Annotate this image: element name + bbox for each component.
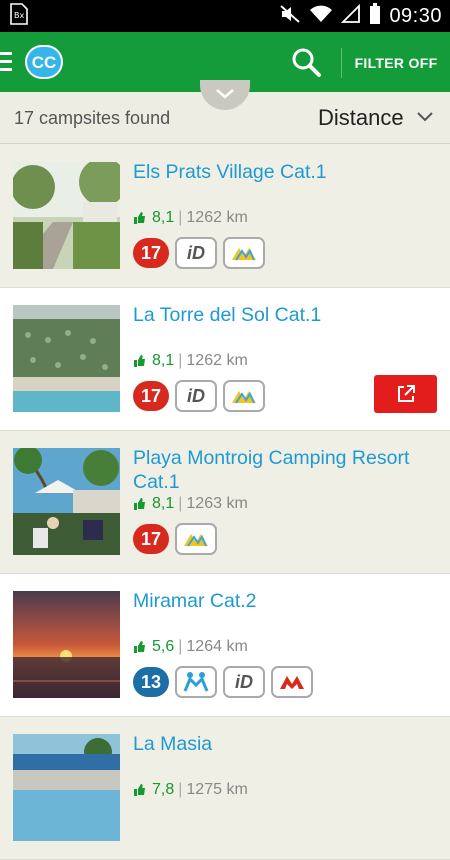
id-badge: iD xyxy=(223,666,265,698)
distance-value: 1262 km xyxy=(186,209,248,226)
wifi-icon xyxy=(309,4,333,29)
thumbs-up-icon xyxy=(134,355,145,367)
distance-value: 1262 km xyxy=(186,352,248,369)
campsite-item[interactable]: La Torre del Sol Cat.1 8,1 | 1262 km 17 … xyxy=(0,288,450,431)
battery-icon xyxy=(369,2,381,30)
campsite-name[interactable]: La Masia xyxy=(133,732,433,756)
sea-badge-icon xyxy=(223,237,265,269)
campsite-item[interactable]: Els Prats Village Cat.1 8,1 | 1262 km 17… xyxy=(0,145,450,288)
thumbs-up-icon xyxy=(134,498,145,510)
campsite-photo xyxy=(13,448,120,555)
campsite-item[interactable]: Playa Montroig Camping Resort Cat.1 8,1 … xyxy=(0,431,450,574)
campsite-meta: 8,1 | 1262 km xyxy=(133,352,248,370)
sim-card-icon: Bx xyxy=(10,2,28,30)
distance-value: 1263 km xyxy=(186,495,248,512)
sea-badge-icon xyxy=(223,380,265,412)
distance-value: 1275 km xyxy=(186,781,248,798)
sea-badge-icon xyxy=(175,523,217,555)
campsite-name[interactable]: Els Prats Village Cat.1 xyxy=(133,160,433,184)
campsite-meta: 8,1 | 1263 km xyxy=(133,495,248,513)
campsite-meta: 7,8 | 1275 km xyxy=(133,781,248,799)
menu-icon[interactable] xyxy=(0,52,14,72)
svg-text:Bx: Bx xyxy=(14,11,24,20)
filter-toggle-button[interactable]: FILTER OFF xyxy=(350,50,442,76)
campsite-item[interactable]: Miramar Cat.2 5,6 | 1264 km 13 iD xyxy=(0,574,450,717)
app-logo[interactable]: CC xyxy=(25,45,63,79)
rating-value: 8,1 xyxy=(152,495,175,512)
search-icon[interactable] xyxy=(290,46,322,78)
mute-icon xyxy=(279,4,301,29)
external-link-icon xyxy=(397,385,415,402)
category-badge: 17 xyxy=(133,524,169,554)
rating-value: 7,8 xyxy=(152,781,175,798)
results-count: 17 campsites found xyxy=(14,108,171,128)
category-badge: 17 xyxy=(133,238,169,268)
category-badge: 13 xyxy=(133,667,169,697)
chevron-down-icon[interactable] xyxy=(416,110,434,124)
rating-value: 5,6 xyxy=(152,638,175,655)
mountain-badge-icon xyxy=(271,666,313,698)
distance-value: 1264 km xyxy=(186,638,248,655)
campsite-name[interactable]: Playa Montroig Camping Resort Cat.1 xyxy=(133,446,433,494)
campsite-photo xyxy=(13,591,120,698)
id-badge: iD xyxy=(175,237,217,269)
sort-select[interactable]: Distance xyxy=(318,105,404,131)
badge-row: 17 iD xyxy=(133,237,265,269)
badge-row: 13 iD xyxy=(133,666,313,698)
campsite-item[interactable]: La Masia 7,8 | 1275 km xyxy=(0,717,450,860)
campsite-photo xyxy=(13,162,120,269)
campsite-photo xyxy=(13,734,120,841)
campsite-name[interactable]: La Torre del Sol Cat.1 xyxy=(133,303,433,327)
campsite-photo xyxy=(13,305,120,412)
badge-row: 17 iD xyxy=(133,380,265,412)
open-external-button[interactable] xyxy=(374,375,437,413)
signal-icon xyxy=(341,3,361,29)
id-badge: iD xyxy=(175,380,217,412)
appbar-divider xyxy=(341,48,342,78)
thumbs-up-icon xyxy=(134,212,145,224)
category-badge: 17 xyxy=(133,381,169,411)
thumbs-up-icon xyxy=(134,641,145,653)
status-bar: Bx 09:30 xyxy=(0,0,450,32)
campsite-name[interactable]: Miramar Cat.2 xyxy=(133,589,433,613)
svg-text:CC: CC xyxy=(32,53,57,72)
rating-value: 8,1 xyxy=(152,352,175,369)
kids-badge-icon xyxy=(175,666,217,698)
badge-row: 17 xyxy=(133,523,217,555)
campsite-list: Els Prats Village Cat.1 8,1 | 1262 km 17… xyxy=(0,145,450,860)
rating-value: 8,1 xyxy=(152,209,175,226)
thumbs-up-icon xyxy=(134,784,145,796)
status-time: 09:30 xyxy=(389,4,442,27)
campsite-meta: 8,1 | 1262 km xyxy=(133,209,248,227)
campsite-meta: 5,6 | 1264 km xyxy=(133,638,248,656)
